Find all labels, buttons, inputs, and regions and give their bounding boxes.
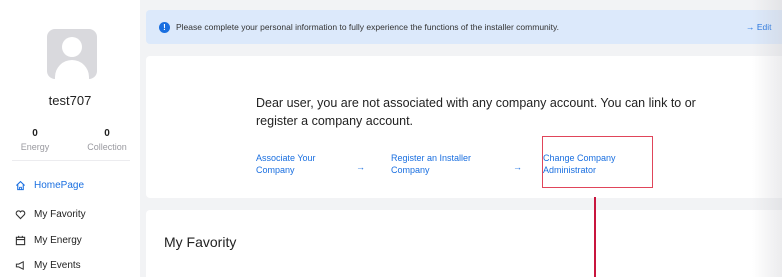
megaphone-icon xyxy=(14,259,26,271)
annotation-pointer-line xyxy=(594,210,596,277)
arrow-icon: → xyxy=(356,162,365,172)
profile-notice-bar: ! Please complete your personal informat… xyxy=(146,10,782,44)
sidebar-item-label: My Favority xyxy=(34,208,86,220)
sidebar-item-label: My Energy xyxy=(34,234,82,246)
sidebar-item-label: My Events xyxy=(34,259,81,271)
energy-count: 0 xyxy=(32,128,38,139)
avatar-body-shape xyxy=(55,60,89,79)
arrow-icon: → xyxy=(513,162,522,172)
collection-stat[interactable]: 0 Collection xyxy=(82,128,132,152)
sidebar-item-my-energy[interactable]: My Energy xyxy=(14,231,82,249)
avatar[interactable] xyxy=(47,29,97,79)
sidebar-item-my-favority[interactable]: My Favority xyxy=(14,205,86,223)
collection-count: 0 xyxy=(104,128,110,139)
register-installer-company-link[interactable]: Register an Installer Company xyxy=(391,152,491,176)
notice-text: Please complete your personal informatio… xyxy=(176,22,560,32)
info-icon: ! xyxy=(159,21,170,33)
home-icon xyxy=(14,179,26,191)
sidebar-divider xyxy=(12,160,130,161)
my-favority-section: My Favority xyxy=(146,210,782,277)
username: test707 xyxy=(48,93,92,108)
sidebar-item-label: HomePage xyxy=(34,179,85,191)
company-association-card: Dear user, you are not associated with a… xyxy=(146,56,782,198)
company-message: Dear user, you are not associated with a… xyxy=(256,96,696,128)
collection-label: Collection xyxy=(87,142,127,152)
associate-company-link[interactable]: Associate Your Company xyxy=(256,152,346,176)
energy-label: Energy xyxy=(20,142,50,152)
sidebar-item-my-events[interactable]: My Events xyxy=(14,256,81,274)
avatar-head-shape xyxy=(62,37,82,57)
edit-profile-link[interactable]: → Edit xyxy=(746,22,772,32)
section-title: My Favority xyxy=(164,234,237,250)
highlight-box xyxy=(542,136,653,188)
energy-icon xyxy=(14,234,26,246)
sidebar: test707 0 Energy 0 Collection HomePage M… xyxy=(0,0,140,277)
energy-stat[interactable]: 0 Energy xyxy=(20,128,50,152)
sidebar-item-homepage[interactable]: HomePage xyxy=(14,176,84,194)
heart-icon xyxy=(14,208,26,220)
